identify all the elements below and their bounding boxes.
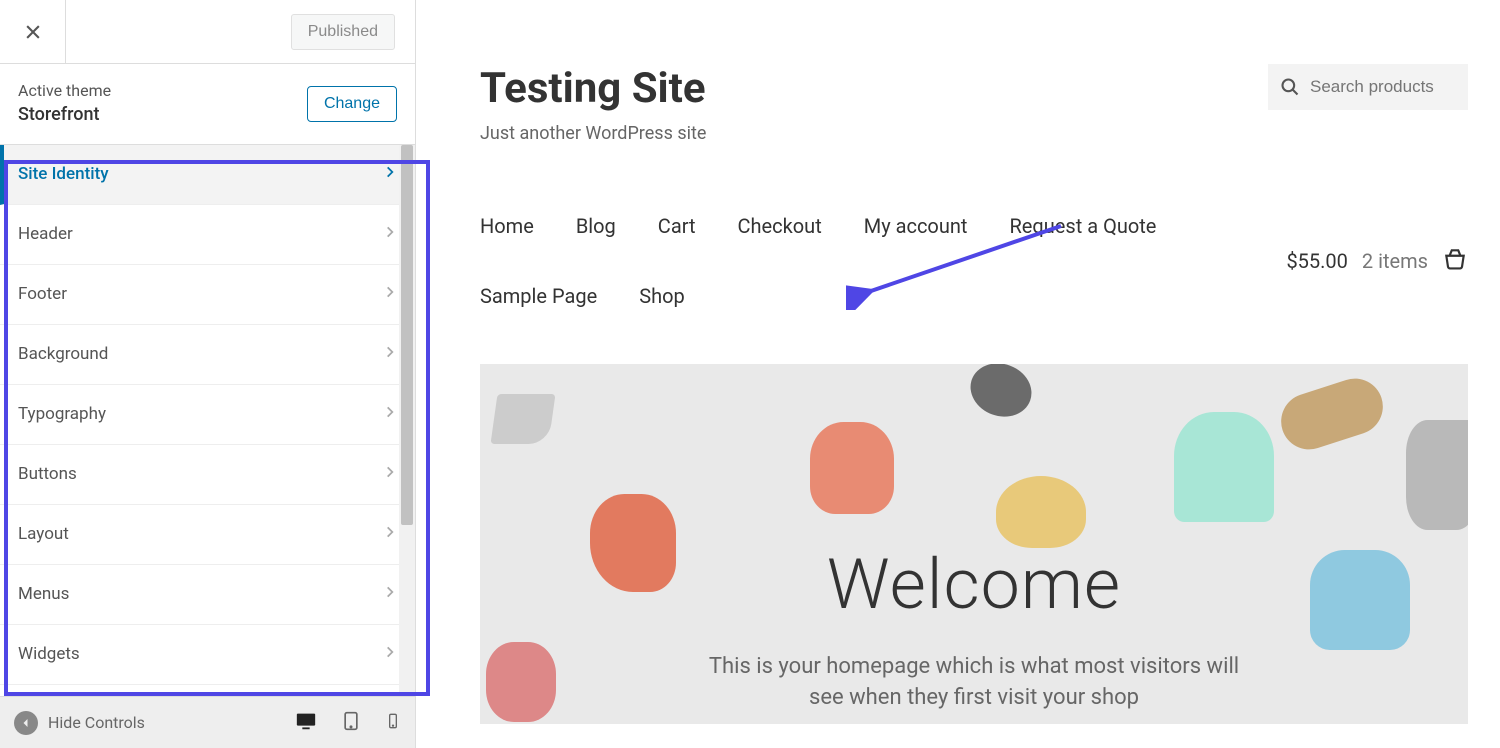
sidebar-scrollbar[interactable] [399, 145, 415, 696]
chevron-right-icon [383, 284, 397, 304]
active-theme-label: Active theme [18, 80, 111, 102]
customizer-panel-list: Site Identity Header Footer Background Typog… [0, 145, 415, 685]
hero-text: This is your homepage which is what most… [694, 652, 1254, 714]
panel-label: Menus [18, 584, 69, 604]
hide-controls-label: Hide Controls [48, 713, 145, 732]
chevron-right-icon [383, 404, 397, 424]
panel-label: Background [18, 344, 108, 364]
active-theme-row: Active theme Storefront Change [0, 64, 415, 145]
customizer-panel-layout[interactable]: Layout [0, 505, 415, 565]
device-desktop-button[interactable] [295, 710, 317, 736]
customizer-footer: Hide Controls [0, 696, 415, 748]
hero-sprite [963, 364, 1039, 425]
nav-link-sample-page[interactable]: Sample Page [480, 284, 597, 308]
nav-link-request-a-quote[interactable]: Request a Quote [1009, 214, 1156, 238]
customizer-panel-typography[interactable]: Typography [0, 385, 415, 445]
customizer-panel-footer[interactable]: Footer [0, 265, 415, 325]
chevron-right-icon [383, 524, 397, 544]
hero-sprite [810, 422, 894, 514]
chevron-right-icon [383, 224, 397, 244]
hero-sprite [1274, 371, 1390, 456]
cart-items-count: 2 items [1362, 249, 1428, 273]
hero-sprite [486, 642, 556, 722]
panel-label: Layout [18, 524, 69, 544]
nav-link-my-account[interactable]: My account [864, 214, 968, 238]
hero-sprite [490, 394, 555, 444]
panel-label: Footer [18, 284, 67, 304]
chevron-right-icon [383, 584, 397, 604]
cart-total: $55.00 [1286, 249, 1347, 273]
hero-sprite [590, 494, 676, 592]
hero-sprite [1174, 412, 1274, 522]
change-theme-button[interactable]: Change [307, 86, 397, 122]
customizer-panel-buttons[interactable]: Buttons [0, 445, 415, 505]
customizer-panel-widgets[interactable]: Widgets [0, 625, 415, 685]
panel-label: Header [18, 224, 73, 244]
theme-name: Storefront [18, 102, 111, 127]
cart-icon [1442, 246, 1468, 277]
nav-link-shop[interactable]: Shop [639, 284, 685, 308]
nav-link-cart[interactable]: Cart [658, 214, 696, 238]
customizer-panel-menus[interactable]: Menus [0, 565, 415, 625]
published-button[interactable]: Published [291, 14, 395, 50]
customizer-panel-background[interactable]: Background [0, 325, 415, 385]
hero-sprite [996, 476, 1086, 548]
primary-nav: Home Blog Cart Checkout My account Request a … [480, 214, 1180, 308]
chevron-right-icon [383, 344, 397, 364]
panel-label: Site Identity [18, 164, 109, 184]
chevron-right-icon [383, 644, 397, 664]
close-icon [23, 22, 43, 42]
hero-sprite [1406, 420, 1468, 530]
site-tagline: Just another WordPress site [480, 123, 706, 144]
hide-controls-button[interactable]: Hide Controls [14, 711, 145, 735]
customizer-sidebar: Published Active theme Storefront Change… [0, 0, 416, 748]
nav-link-blog[interactable]: Blog [576, 214, 616, 238]
chevron-right-icon [383, 464, 397, 484]
search-input[interactable] [1310, 77, 1440, 97]
hero-section: Welcome This is your homepage which is w… [480, 364, 1468, 724]
nav-link-home[interactable]: Home [480, 214, 534, 238]
panel-label: Widgets [18, 644, 80, 664]
nav-link-checkout[interactable]: Checkout [738, 214, 822, 238]
cart-summary[interactable]: $55.00 2 items [1286, 246, 1468, 277]
tablet-icon [341, 710, 361, 732]
panel-label: Buttons [18, 464, 77, 484]
search-icon [1280, 77, 1300, 97]
hero-sprite [1310, 550, 1410, 650]
device-tablet-button[interactable] [341, 710, 361, 736]
customizer-panel-site-identity[interactable]: Site Identity [0, 145, 415, 205]
device-mobile-button[interactable] [385, 710, 401, 736]
site-preview: Testing Site Just another WordPress site… [416, 0, 1500, 748]
hero-heading: Welcome [827, 544, 1121, 626]
product-search[interactable] [1268, 64, 1468, 110]
customizer-top-bar: Published [0, 0, 415, 64]
close-customizer-button[interactable] [0, 0, 66, 63]
chevron-right-icon [383, 164, 397, 184]
collapse-icon [14, 711, 38, 735]
customizer-panel-header[interactable]: Header [0, 205, 415, 265]
site-title: Testing Site [480, 64, 706, 113]
panel-label: Typography [18, 404, 106, 424]
mobile-icon [385, 710, 401, 732]
desktop-icon [295, 710, 317, 732]
